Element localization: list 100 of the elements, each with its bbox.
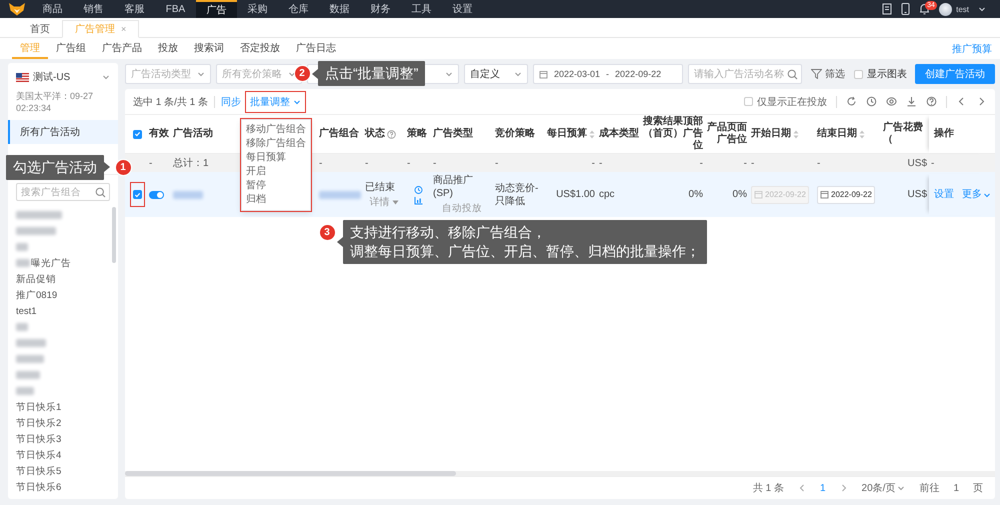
clock-icon[interactable] bbox=[414, 184, 422, 194]
nav-tab[interactable]: 广告 bbox=[196, 0, 237, 18]
checkbox[interactable] bbox=[133, 130, 142, 138]
sub-tab[interactable]: 否定投放 bbox=[232, 38, 288, 59]
checkbox-label: 仅显示正在投放 bbox=[757, 96, 827, 108]
menu-item[interactable]: 暂停 bbox=[242, 178, 310, 192]
highlight-frame bbox=[245, 90, 306, 112]
calendar-icon bbox=[754, 190, 763, 199]
clock-icon[interactable] bbox=[866, 96, 877, 107]
store-select[interactable]: 测试-US bbox=[16, 69, 110, 85]
phone-icon[interactable] bbox=[901, 3, 910, 15]
help-icon[interactable] bbox=[387, 130, 396, 138]
sidebar-item[interactable]: 所有广告活动 bbox=[8, 120, 118, 144]
column-header: 每日预算 bbox=[547, 128, 587, 140]
column-header: 搜索结果顶部（首页）广告位 bbox=[643, 116, 703, 152]
search-icon[interactable] bbox=[787, 68, 798, 80]
logo-icon[interactable] bbox=[8, 2, 26, 16]
checkbox[interactable] bbox=[854, 70, 863, 78]
nav-tab[interactable]: 数据 bbox=[319, 0, 360, 18]
sub-tab[interactable]: 广告日志 bbox=[288, 38, 344, 59]
page-size-select[interactable]: 20条/页 bbox=[862, 481, 906, 495]
nav-tab[interactable]: 采购 bbox=[237, 0, 278, 18]
filter-button[interactable]: 筛选 bbox=[807, 67, 849, 81]
table-cell-text: 总计：1 bbox=[173, 156, 209, 170]
search-icon[interactable] bbox=[95, 186, 106, 198]
user-name[interactable]: test bbox=[956, 4, 969, 14]
search-field[interactable]: 搜索广告组合 bbox=[16, 183, 110, 201]
nav-tab[interactable]: 设置 bbox=[442, 0, 483, 18]
checkbox[interactable] bbox=[133, 190, 142, 199]
list-item[interactable]: 新品促销 bbox=[16, 272, 56, 286]
list-item[interactable]: 曝光广告 bbox=[31, 256, 71, 270]
table-cell: - bbox=[365, 158, 368, 168]
nav-tab[interactable]: 财务 bbox=[360, 0, 401, 18]
column-header: 广告组合 bbox=[319, 128, 359, 140]
page-tab[interactable]: 首页 bbox=[18, 20, 62, 37]
next-icon[interactable] bbox=[840, 484, 848, 492]
nav-tab[interactable]: 工具 bbox=[401, 0, 442, 18]
column-header: 产品页面广告位 bbox=[707, 122, 747, 146]
previous-icon[interactable] bbox=[798, 484, 806, 492]
menu-item[interactable]: 开启 bbox=[242, 164, 310, 178]
avatar-icon[interactable] bbox=[939, 2, 952, 16]
checkbox[interactable] bbox=[744, 97, 753, 106]
blurred-text bbox=[16, 355, 44, 363]
sub-tab[interactable]: 广告组 bbox=[48, 38, 94, 59]
sub-tab[interactable]: 投放 bbox=[150, 38, 186, 59]
list-item[interactable]: 节日快乐3 bbox=[16, 432, 62, 446]
list-item[interactable]: 节日快乐6 bbox=[16, 480, 62, 494]
list-item[interactable]: 推广0819 bbox=[16, 288, 58, 302]
nav-tab[interactable]: 客服 bbox=[114, 0, 155, 18]
page-input[interactable]: 1 bbox=[953, 482, 959, 494]
chevron-icon bbox=[288, 70, 296, 78]
nav-tab[interactable]: 销售 bbox=[73, 0, 114, 18]
list-item[interactable]: 节日快乐1 bbox=[16, 400, 62, 414]
search-field[interactable]: 请输入广告活动名称 bbox=[688, 64, 802, 84]
page-unit: 页 bbox=[973, 482, 983, 495]
table-cell: - bbox=[433, 158, 436, 168]
timezone-text: 美国太平洋：09-27 02:23:34 bbox=[16, 90, 94, 114]
check-icon bbox=[134, 130, 141, 138]
chevron-icon bbox=[197, 70, 205, 78]
date-range-field[interactable]: 2022-03-01 - 2022-09-22 bbox=[533, 64, 683, 84]
menu-item[interactable]: 移动广告组合 bbox=[242, 122, 310, 136]
download-icon[interactable] bbox=[906, 96, 917, 107]
callout-pointer bbox=[104, 162, 110, 172]
document-icon[interactable] bbox=[882, 3, 892, 15]
column-header: 有效 bbox=[149, 128, 169, 140]
caret-icon[interactable] bbox=[978, 5, 986, 13]
table-cell: - bbox=[592, 158, 595, 168]
chevron-icon bbox=[514, 70, 522, 78]
eye-icon[interactable] bbox=[886, 96, 897, 107]
refresh-icon[interactable] bbox=[846, 96, 857, 107]
toggle-switch[interactable] bbox=[149, 190, 164, 198]
list-item[interactable]: 节日快乐2 bbox=[16, 416, 62, 430]
table-cell: - bbox=[599, 158, 602, 168]
menu-item[interactable]: 每日预算 bbox=[242, 150, 310, 164]
list-item[interactable]: 节日快乐5 bbox=[16, 464, 62, 478]
menu-item[interactable]: 移除广告组合 bbox=[242, 136, 310, 150]
blurred-text bbox=[319, 190, 361, 198]
calendar-icon bbox=[820, 190, 829, 199]
nav-tab[interactable]: FBA bbox=[155, 0, 196, 18]
blurred-text bbox=[16, 211, 62, 219]
table-cell: - bbox=[751, 158, 754, 168]
table-cell: US$ bbox=[908, 188, 927, 201]
column-header: 广告花费（ bbox=[883, 122, 924, 146]
bar-chart-icon[interactable] bbox=[414, 196, 422, 204]
sub-tab[interactable]: 广告产品 bbox=[94, 38, 150, 59]
table-cell: US$1.00 bbox=[556, 188, 595, 201]
menu-item[interactable]: 归档 bbox=[242, 192, 310, 206]
nav-tab[interactable]: 商品 bbox=[32, 0, 73, 18]
list-item[interactable]: 节日快乐4 bbox=[16, 448, 62, 462]
table-cell: 已结束 bbox=[365, 180, 395, 194]
list-item[interactable]: test1 bbox=[16, 306, 37, 316]
filter-select[interactable]: 自定义 bbox=[464, 64, 528, 84]
help-icon[interactable] bbox=[926, 96, 937, 107]
nav-tab[interactable]: 仓库 bbox=[278, 0, 319, 18]
blurred-text bbox=[16, 371, 40, 379]
sub-tab[interactable]: 搜索词 bbox=[186, 38, 232, 59]
table-cell: - bbox=[744, 158, 747, 168]
column-header: 成本类型 bbox=[599, 128, 639, 140]
chevron-icon bbox=[102, 73, 110, 81]
date-field[interactable]: 2022-09-22 bbox=[817, 186, 875, 204]
